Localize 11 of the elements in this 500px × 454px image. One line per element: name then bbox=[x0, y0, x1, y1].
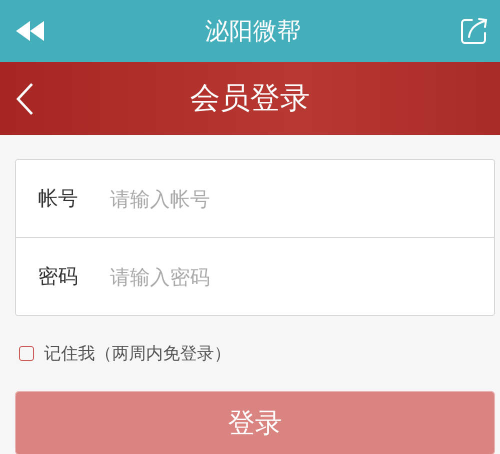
remember-label: 记住我（两周内免登录） bbox=[44, 343, 231, 365]
back-icon[interactable] bbox=[16, 82, 34, 116]
input-field[interactable]: 请输入密码 bbox=[108, 264, 494, 290]
remember-checkbox[interactable] bbox=[19, 346, 34, 361]
input-field[interactable]: 请输入帐号 bbox=[108, 186, 494, 212]
field-label: 帐号 bbox=[38, 185, 79, 212]
share-icon[interactable] bbox=[460, 17, 488, 45]
field-label: 密码 bbox=[38, 263, 79, 290]
page-title: 会员登录 bbox=[190, 80, 310, 118]
rewind-icon[interactable] bbox=[16, 21, 46, 41]
app-title: 泌阳微帮 bbox=[205, 16, 301, 47]
